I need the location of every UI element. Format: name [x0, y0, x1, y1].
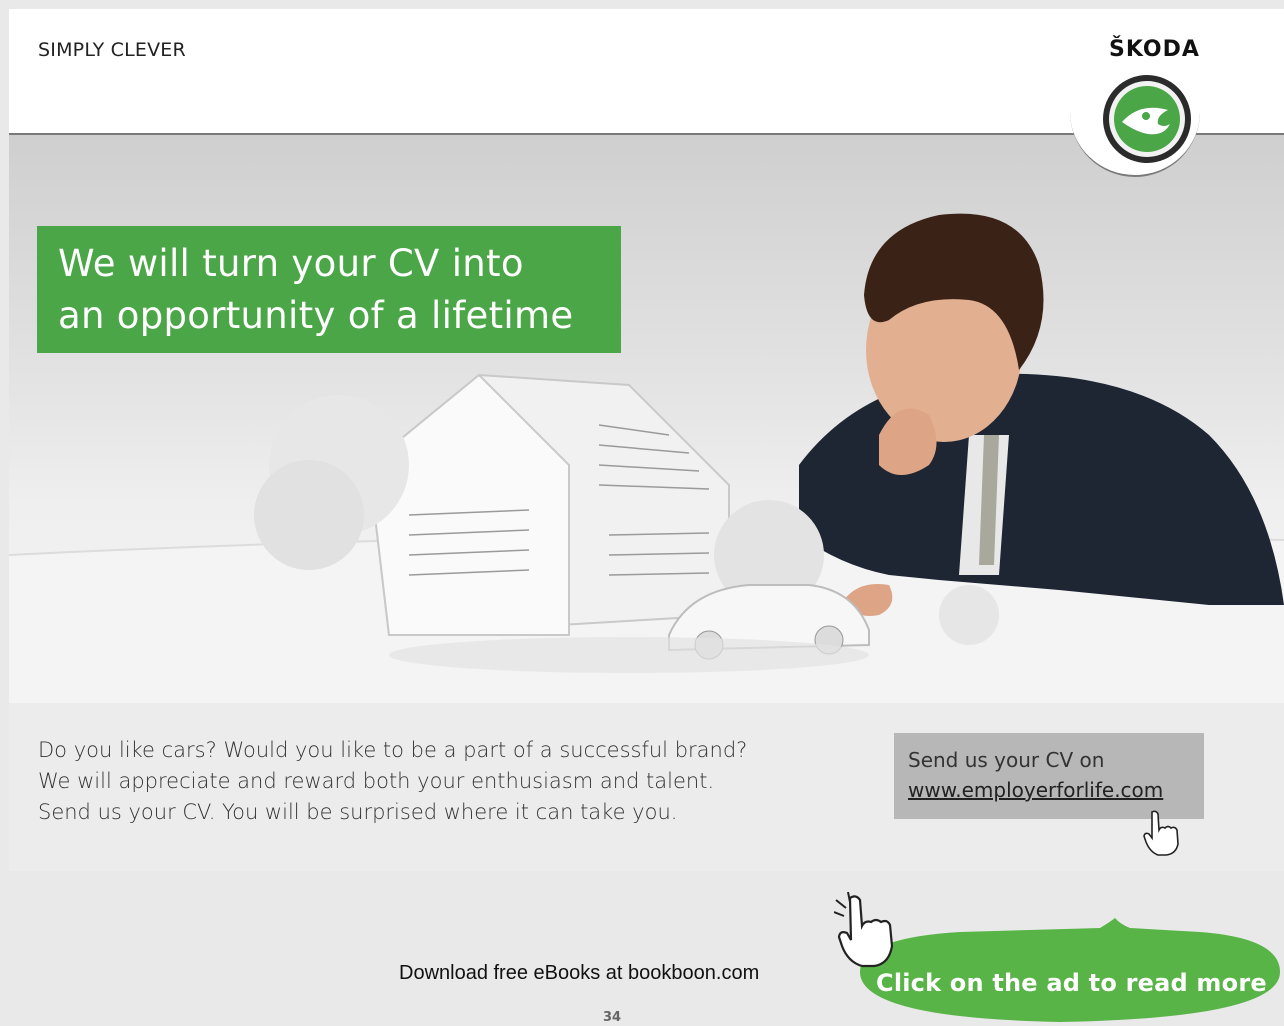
hand-cursor-icon	[1143, 810, 1179, 856]
employer-link[interactable]: www.employerforlife.com	[908, 778, 1163, 802]
hero-photo	[9, 135, 1284, 703]
cv-box: Send us your CV on www.employerforlife.c…	[894, 733, 1204, 819]
brand-name: ŠKODA	[1109, 37, 1200, 62]
skoda-logo-icon	[1103, 75, 1191, 163]
body-line-1: Do you like cars? Would you like to be a…	[38, 738, 748, 762]
body-line-2: We will appreciate and reward both your …	[38, 769, 715, 793]
body-copy: Do you like cars? Would you like to be a…	[38, 735, 747, 828]
read-more-button[interactable]: Click on the ad to read more	[876, 969, 1267, 997]
headline: We will turn your CV into an opportunity…	[58, 238, 573, 342]
hand-cursor-icon	[834, 892, 894, 968]
download-text: Download free eBooks at bookboon.com	[399, 962, 760, 984]
headline-line-1: We will turn your CV into	[58, 242, 524, 285]
cv-label: Send us your CV on	[908, 748, 1105, 772]
tagline: SIMPLY CLEVER	[38, 39, 186, 61]
headline-banner: We will turn your CV into an opportunity…	[37, 226, 621, 353]
headline-line-2: an opportunity of a lifetime	[58, 294, 574, 337]
hero-illustration	[9, 213, 1284, 703]
body-line-3: Send us your CV. You will be surprised w…	[38, 800, 678, 824]
page-number: 34	[603, 1010, 622, 1025]
